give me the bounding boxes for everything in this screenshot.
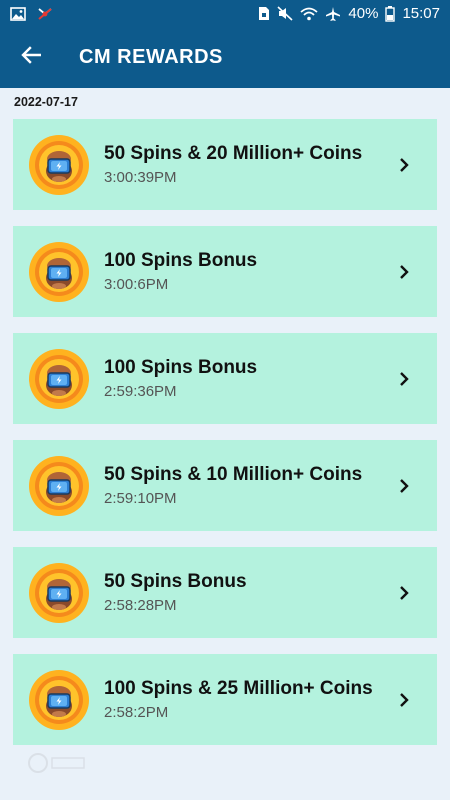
arrow-left-icon: [21, 46, 42, 69]
clock: 15:07: [402, 5, 440, 22]
reward-time: 2:58:28PM: [104, 597, 177, 614]
airplane-icon: [325, 6, 341, 22]
battery-percent: 40%: [348, 5, 379, 22]
spin-reward-icon: [28, 669, 90, 731]
reward-item[interactable]: 50 Spins Bonus 2:58:28PM: [13, 547, 437, 638]
back-button[interactable]: [0, 27, 62, 88]
page-title: CM REWARDS: [79, 46, 223, 68]
status-bar: 40% 15:07: [0, 0, 450, 27]
app-bar: CM REWARDS: [0, 27, 450, 88]
notification-icon: [36, 6, 54, 22]
status-left: [10, 6, 54, 22]
reward-title: 50 Spins & 10 Million+ Coins: [104, 464, 363, 485]
battery-icon: [385, 5, 396, 22]
reward-text: 100 Spins & 25 Million+ Coins 2:58:2PM: [104, 678, 389, 721]
chevron-right-icon: [389, 150, 419, 180]
reward-time: 2:59:10PM: [104, 490, 177, 507]
watermark-logo: [28, 750, 88, 776]
reward-title: 100 Spins Bonus: [104, 250, 258, 271]
reward-time: 2:58:2PM: [104, 704, 169, 721]
reward-title: 100 Spins & 25 Million+ Coins: [104, 678, 373, 699]
reward-time: 3:00:39PM: [104, 169, 177, 186]
spin-reward-icon: [28, 562, 90, 624]
chevron-right-icon: [389, 471, 419, 501]
reward-text: 100 Spins Bonus 3:00:6PM: [104, 250, 389, 293]
chevron-right-icon: [389, 364, 419, 394]
date-label: 2022-07-17: [14, 95, 78, 109]
reward-title: 50 Spins & 20 Million+ Coins: [104, 143, 363, 164]
reward-time: 2:59:36PM: [104, 383, 177, 400]
spin-reward-icon: [28, 348, 90, 410]
chevron-right-icon: [389, 685, 419, 715]
wifi-icon: [300, 7, 319, 21]
reward-text: 100 Spins Bonus 2:59:36PM: [104, 357, 389, 400]
reward-title: 50 Spins Bonus: [104, 571, 247, 592]
reward-item[interactable]: 100 Spins Bonus 2:59:36PM: [13, 333, 437, 424]
chevron-right-icon: [389, 257, 419, 287]
sim-icon: [258, 6, 270, 21]
mute-icon: [277, 6, 293, 21]
spin-reward-icon: [28, 134, 90, 196]
status-right: 40% 15:07: [258, 5, 440, 22]
reward-text: 50 Spins & 20 Million+ Coins 3:00:39PM: [104, 143, 389, 186]
reward-item[interactable]: 50 Spins & 10 Million+ Coins 2:59:10PM: [13, 440, 437, 531]
spin-reward-icon: [28, 241, 90, 303]
reward-time: 3:00:6PM: [104, 276, 169, 293]
reward-item[interactable]: 50 Spins & 20 Million+ Coins 3:00:39PM: [13, 119, 437, 210]
spin-reward-icon: [28, 455, 90, 517]
reward-title: 100 Spins Bonus: [104, 357, 258, 378]
reward-item[interactable]: 100 Spins Bonus 3:00:6PM: [13, 226, 437, 317]
gallery-icon: [10, 6, 26, 21]
reward-list: 50 Spins & 20 Million+ Coins 3:00:39PM 1…: [13, 119, 437, 761]
reward-text: 50 Spins & 10 Million+ Coins 2:59:10PM: [104, 464, 389, 507]
reward-item[interactable]: 100 Spins & 25 Million+ Coins 2:58:2PM: [13, 654, 437, 745]
reward-text: 50 Spins Bonus 2:58:28PM: [104, 571, 389, 614]
chevron-right-icon: [389, 578, 419, 608]
